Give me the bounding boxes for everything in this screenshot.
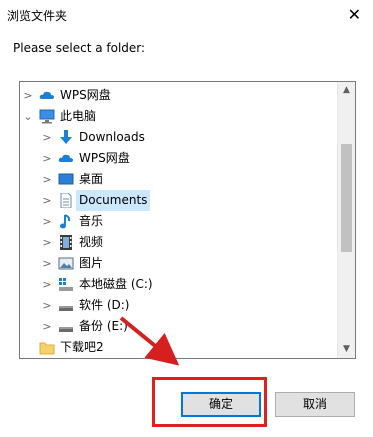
- annotation-arrow-icon: [119, 316, 180, 366]
- browse-folder-dialog: 浏览文件夹 ✕ Please select a folder: > WPS网盘 …: [0, 0, 373, 437]
